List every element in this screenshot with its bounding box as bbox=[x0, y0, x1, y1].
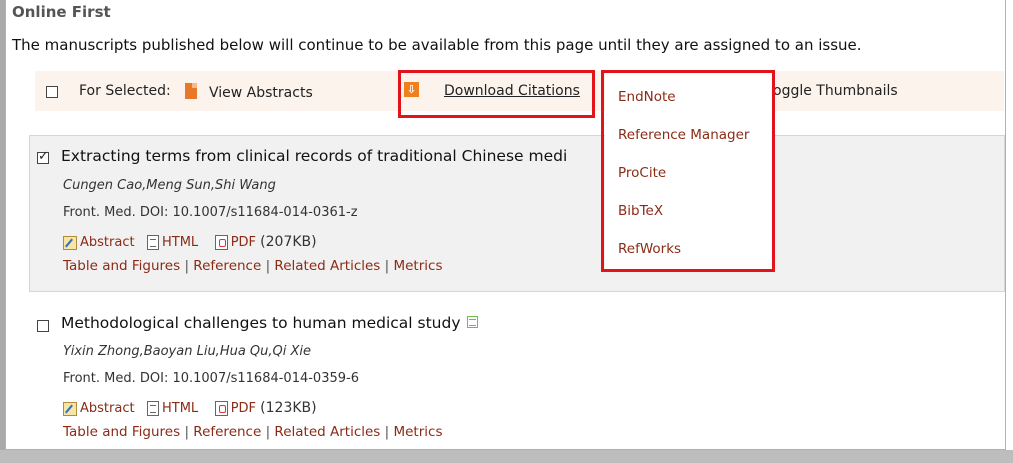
table-and-figures-link[interactable]: Table and Figures bbox=[63, 258, 180, 274]
html-link[interactable]: HTML bbox=[162, 235, 198, 250]
section-title: Online First bbox=[12, 3, 111, 21]
article-title[interactable]: Methodological challenges to human medic… bbox=[61, 314, 461, 332]
metrics-link[interactable]: Metrics bbox=[393, 424, 442, 440]
table-and-figures-link[interactable]: Table and Figures bbox=[63, 424, 180, 440]
view-abstracts-icon bbox=[185, 83, 197, 99]
pdf-icon bbox=[214, 235, 228, 250]
article-resources: Abstract HTML PDF (123KB) bbox=[63, 400, 317, 416]
html-link[interactable]: HTML bbox=[162, 401, 198, 416]
article-checkbox[interactable] bbox=[37, 320, 49, 332]
article-authors: Cungen Cao,Meng Sun,Shi Wang bbox=[63, 178, 276, 193]
toggle-thumbnails-link[interactable]: oggle Thumbnails bbox=[773, 83, 898, 99]
article-authors: Yixin Zhong,Baoyan Liu,Hua Qu,Qi Xie bbox=[63, 344, 312, 359]
article-title[interactable]: Extracting terms from clinical records o… bbox=[61, 147, 567, 165]
reference-link[interactable]: Reference bbox=[193, 258, 261, 274]
section-intro: The manuscripts published below will con… bbox=[12, 36, 862, 54]
article-checkbox[interactable] bbox=[37, 149, 49, 164]
reference-link[interactable]: Reference bbox=[193, 424, 261, 440]
abstract-icon bbox=[63, 401, 77, 416]
metrics-link[interactable]: Metrics bbox=[393, 258, 442, 274]
select-all-checkbox[interactable] bbox=[46, 86, 58, 98]
for-selected-label: For Selected: bbox=[79, 83, 171, 99]
article-links: Table and Figures | Reference | Related … bbox=[63, 258, 443, 274]
download-citations-highlight bbox=[398, 70, 595, 118]
citation-menu-highlight bbox=[601, 70, 775, 272]
fulltext-list-icon[interactable] bbox=[467, 316, 478, 328]
html-icon bbox=[146, 401, 159, 416]
related-articles-link[interactable]: Related Articles bbox=[274, 258, 380, 274]
related-articles-link[interactable]: Related Articles bbox=[274, 424, 380, 440]
article-resources: Abstract HTML PDF (207KB) bbox=[63, 234, 317, 250]
pdf-link[interactable]: PDF bbox=[231, 401, 256, 416]
pdf-link[interactable]: PDF bbox=[231, 235, 256, 250]
abstract-link[interactable]: Abstract bbox=[80, 235, 135, 250]
pdf-size: (123KB) bbox=[260, 400, 317, 416]
article-doi: Front. Med. DOI: 10.1007/s11684-014-0359… bbox=[63, 371, 359, 386]
article-links: Table and Figures | Reference | Related … bbox=[63, 424, 443, 440]
abstract-icon bbox=[63, 235, 77, 250]
article-doi: Front. Med. DOI: 10.1007/s11684-014-0361… bbox=[63, 205, 358, 220]
pdf-size: (207KB) bbox=[260, 234, 317, 250]
html-icon bbox=[146, 235, 159, 250]
view-abstracts-link[interactable]: View Abstracts bbox=[209, 85, 313, 101]
abstract-link[interactable]: Abstract bbox=[80, 401, 135, 416]
pdf-icon bbox=[214, 401, 228, 416]
frame-shadow-bottom bbox=[0, 450, 1013, 463]
